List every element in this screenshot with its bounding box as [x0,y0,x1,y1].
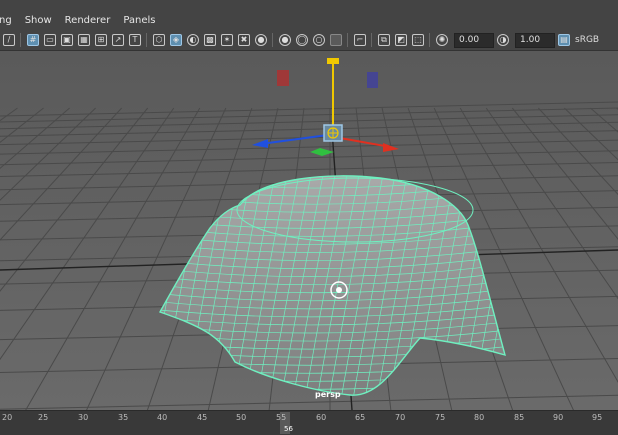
title-strip [0,0,618,11]
x-plane-marker [277,70,289,86]
toolbar-separator [429,33,430,47]
rotate-pivot-center [336,287,342,293]
wireframe-shading-icon[interactable]: ⬡ [153,34,165,46]
toolbar-separator [20,33,21,47]
use-all-lights-icon[interactable]: ✶ [221,34,233,46]
safe-title-icon[interactable]: T [129,34,141,46]
toolbar-separator [371,33,372,47]
color-space-label[interactable]: sRGB [575,35,599,45]
isolate-select-icon[interactable] [330,34,342,46]
shadows-icon[interactable]: ✖ [238,34,250,46]
toolbar-separator [272,33,273,47]
timeline-tick: 35 [118,413,129,422]
timeline-tick: 20 [2,413,13,422]
depth-of-field-icon[interactable]: ○ [313,34,325,46]
timeline-tick: 65 [355,413,366,422]
timeline-tick: 60 [316,413,327,422]
viewport-persp[interactable] [0,51,618,410]
camera-label: persp [315,390,341,399]
xray-active-components-icon[interactable]: ◩ [395,34,407,46]
panel-menu-bar: ng Show Renderer Panels [0,11,618,30]
timeline-tick: 30 [78,413,89,422]
timeline-tick: 90 [553,413,564,422]
y-axis-handle[interactable] [327,58,339,64]
toolbar-separator [347,33,348,47]
timeline-tick: 40 [157,413,168,422]
exposure-field[interactable]: 0.00 [454,32,494,48]
viewport-canvas [0,51,618,410]
time-slider[interactable]: 56 20 25 30 35 40 45 50 55 60 65 70 75 8… [0,410,618,435]
z-plane-marker [367,72,378,88]
panel-toolbar: / # ▭ ▣ ▦ ⊞ ↗ T ⬡ ◈ ◐ ▩ ✶ ✖ ● ● ◯ ○ ⌐ ⧉ … [0,30,618,51]
smooth-shade-icon[interactable]: ◈ [170,34,182,46]
timeline-tick: 25 [38,413,49,422]
timeline-tick: 45 [197,413,208,422]
wireframe-on-shaded-icon[interactable]: ◐ [187,34,199,46]
motion-blur-icon[interactable]: ● [279,34,291,46]
color-management-icon[interactable]: ▤ [558,34,570,46]
menu-item-show[interactable]: Show [25,15,52,26]
gamma-field[interactable]: 1.00 [515,32,555,48]
film-gate-icon[interactable]: ▭ [44,34,56,46]
timeline-tick: 95 [592,413,603,422]
toolbar-separator [146,33,147,47]
timeline-tick: 70 [395,413,406,422]
xray-joints-icon[interactable]: ⧉ [378,34,390,46]
antialiasing-icon[interactable]: ◯ [296,34,308,46]
timeline-tick: 80 [474,413,485,422]
timeline-tick: 75 [435,413,446,422]
backface-culling-icon[interactable]: ⬚ [412,34,424,46]
menu-item-panels[interactable]: Panels [123,15,155,26]
select-camera-icon[interactable]: / [3,34,15,46]
safe-action-icon[interactable]: ↗ [112,34,124,46]
resolution-gate-icon[interactable]: ▣ [61,34,73,46]
timeline-tick: 55 [276,413,287,422]
timeline-tick: 50 [236,413,247,422]
menu-item-shading[interactable]: ng [0,15,12,26]
xray-icon[interactable]: ⌐ [354,34,366,46]
exposure-icon[interactable]: ✺ [436,34,448,46]
menu-item-renderer[interactable]: Renderer [65,15,111,26]
gate-mask-icon[interactable]: ▦ [78,34,90,46]
gamma-icon[interactable]: ◑ [497,34,509,46]
screen-space-ao-icon[interactable]: ● [255,34,267,46]
textured-icon[interactable]: ▩ [204,34,216,46]
timeline-tick: 85 [514,413,525,422]
field-chart-icon[interactable]: ⊞ [95,34,107,46]
grid-icon[interactable]: # [27,34,39,46]
current-frame-label: 56 [284,425,293,433]
